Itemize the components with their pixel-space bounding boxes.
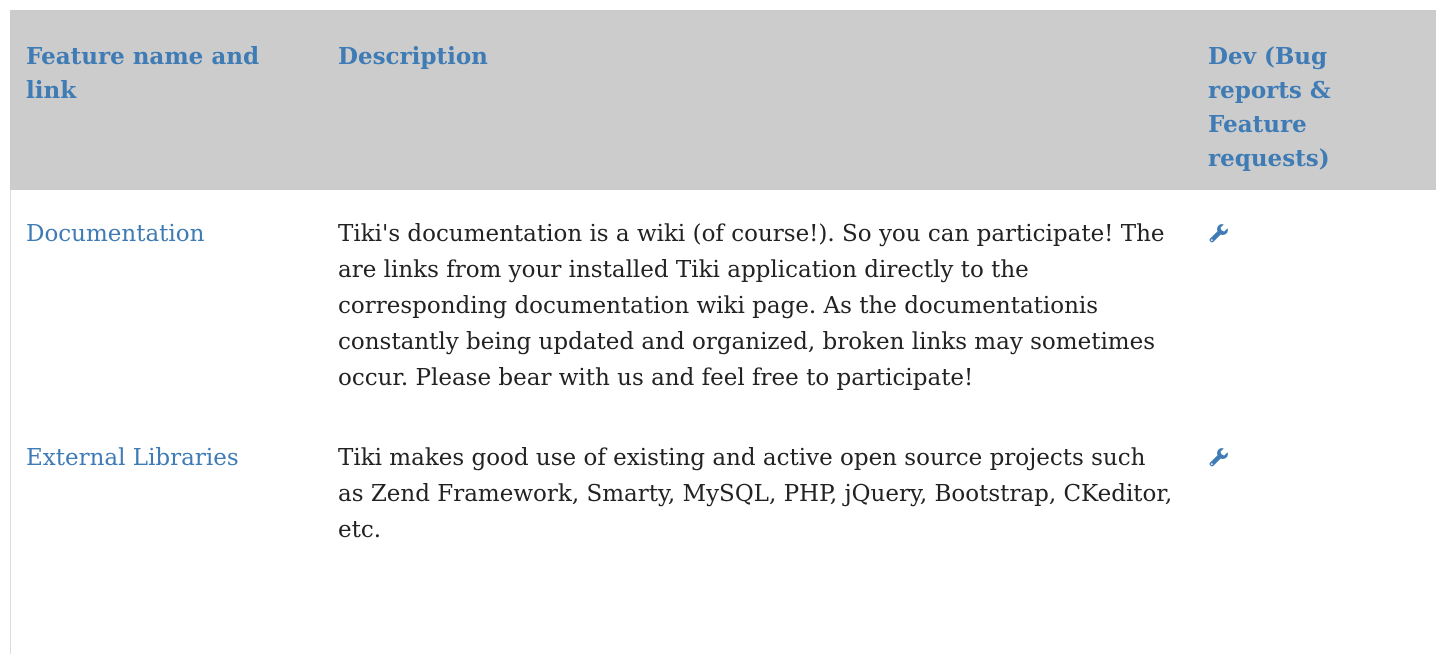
feature-link-external-libraries[interactable]: External Libraries	[26, 445, 239, 471]
feature-table: Feature name and link Description Dev (B…	[10, 10, 1436, 566]
feature-name-cell: Documentation	[10, 190, 322, 414]
header-dev[interactable]: Dev (Bug reports & Feature requests)	[1192, 10, 1436, 190]
header-feature-name[interactable]: Feature name and link	[10, 10, 322, 190]
header-row: Feature name and link Description Dev (B…	[10, 10, 1436, 190]
table-row: Documentation Tiki's documentation is a …	[10, 190, 1436, 414]
feature-description: Tiki makes good use of existing and acti…	[338, 445, 1173, 543]
page: Feature name and link Description Dev (B…	[0, 0, 1436, 654]
feature-description: Tiki's documentation is a wiki (of cours…	[338, 221, 1165, 391]
table-row: External Libraries Tiki makes good use o…	[10, 414, 1436, 566]
wrench-icon[interactable]	[1208, 222, 1230, 244]
feature-name-cell: External Libraries	[10, 414, 322, 566]
wrench-icon[interactable]	[1208, 446, 1230, 468]
dev-cell	[1192, 414, 1436, 566]
header-description[interactable]: Description	[322, 10, 1192, 190]
feature-link-documentation[interactable]: Documentation	[26, 221, 204, 247]
dev-cell	[1192, 190, 1436, 414]
